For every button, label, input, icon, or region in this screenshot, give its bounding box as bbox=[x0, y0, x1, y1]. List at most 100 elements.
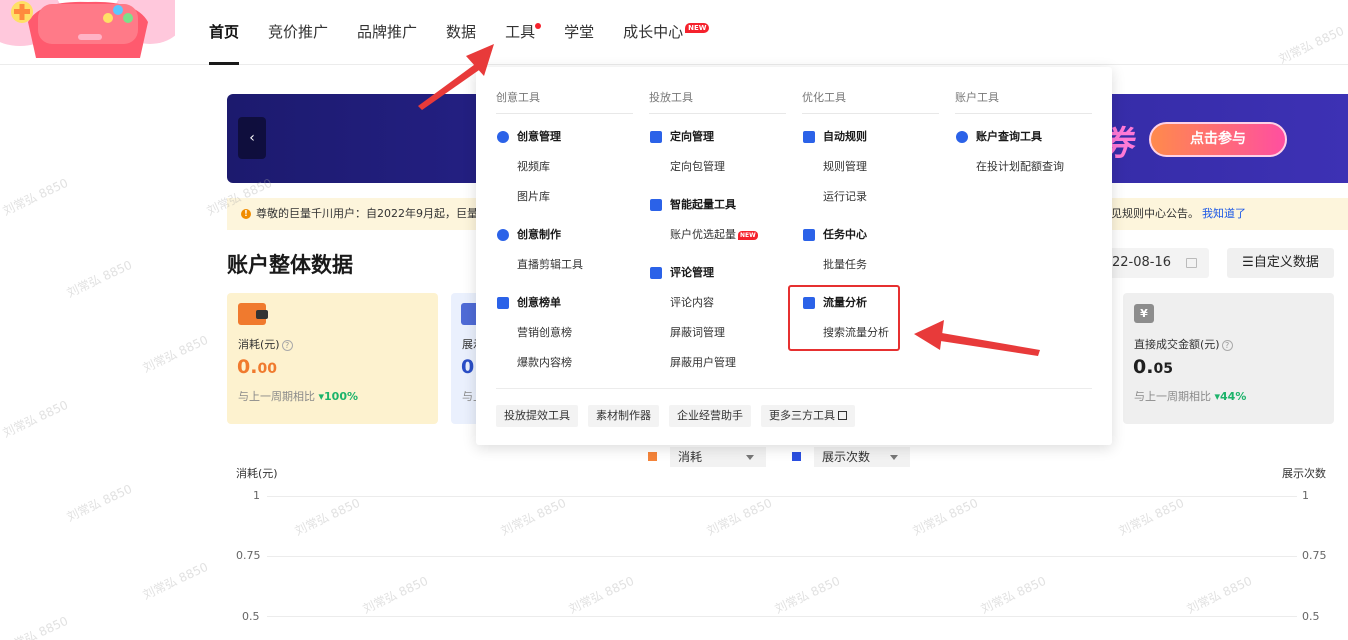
menu-item-hot-content-ranking[interactable]: 爆款内容榜 bbox=[496, 352, 633, 373]
date-end-value: 22-08-16 bbox=[1112, 255, 1172, 270]
task-icon bbox=[803, 229, 815, 241]
watermark: 刘常弘 8850 bbox=[140, 332, 211, 376]
menu-item-video-library[interactable]: 视频库 bbox=[496, 156, 633, 177]
nav-brand-promotion[interactable]: 品牌推广 bbox=[357, 0, 417, 65]
banner-prev-button[interactable]: ‹ bbox=[238, 117, 266, 159]
group-title: 账户查询工具 bbox=[976, 130, 1042, 143]
warning-icon: ! bbox=[241, 209, 251, 219]
right-tick: 0.5 bbox=[1302, 610, 1320, 623]
highlight-box bbox=[788, 285, 900, 351]
external-link-icon bbox=[838, 411, 847, 420]
watermark: 刘常弘 8850 bbox=[498, 495, 569, 539]
watermark: 刘常弘 8850 bbox=[64, 481, 135, 525]
rule-icon bbox=[803, 131, 815, 143]
compare-value: ▾100% bbox=[318, 390, 359, 403]
nav-bidding-promotion[interactable]: 竞价推广 bbox=[268, 0, 328, 65]
help-icon[interactable]: ? bbox=[1221, 340, 1233, 351]
watermark: 刘常弘 8850 bbox=[0, 613, 71, 640]
footer-button-more-third-party[interactable]: 更多三方工具 bbox=[761, 405, 855, 427]
calendar-icon bbox=[1186, 258, 1197, 268]
menu-column-account: 账户工具 账户查询工具 在投计划配额查询 bbox=[955, 89, 1092, 177]
footer-button-efficiency-tools[interactable]: 投放提效工具 bbox=[496, 405, 578, 427]
menu-item-live-clip-tool[interactable]: 直播剪辑工具 bbox=[496, 254, 633, 275]
watermark: 刘常弘 8850 bbox=[910, 495, 981, 539]
compare-prefix: 与上一周期相比 bbox=[238, 390, 315, 403]
nav-tools[interactable]: 工具 bbox=[505, 0, 542, 65]
metric-compare: 与上一周期相比 ▾100% bbox=[238, 388, 358, 404]
watermark: 刘常弘 8850 bbox=[64, 257, 135, 301]
grid-line bbox=[267, 496, 1297, 497]
target-user-icon bbox=[650, 131, 662, 143]
metric-label: 直接成交金额(元)? bbox=[1134, 336, 1233, 352]
menu-group-targeting-management[interactable]: 定向管理 bbox=[649, 126, 786, 147]
wallet-icon bbox=[238, 303, 268, 325]
notice-dismiss-link[interactable]: 我知道了 bbox=[1202, 198, 1246, 230]
menu-group-creative-management[interactable]: 创意管理 bbox=[496, 126, 633, 147]
menu-item-image-library[interactable]: 图片库 bbox=[496, 186, 633, 207]
metric-value: 0.05 bbox=[1133, 356, 1173, 378]
menu-item-run-log[interactable]: 运行记录 bbox=[802, 186, 939, 207]
menu-item-batch-tasks[interactable]: 批量任务 bbox=[802, 254, 939, 275]
menu-group-comment-management[interactable]: 评论管理 bbox=[649, 262, 786, 283]
menu-footer: 投放提效工具 素材制作器 企业经营助手 更多三方工具 bbox=[496, 405, 865, 427]
menu-group-task-center[interactable]: 任务中心 bbox=[802, 224, 939, 245]
nav-growth-center[interactable]: 成长中心 NEW bbox=[623, 0, 710, 65]
group-title: 创意榜单 bbox=[517, 296, 561, 309]
column-heading: 创意工具 bbox=[496, 89, 633, 114]
watermark: 刘常弘 8850 bbox=[0, 397, 71, 441]
metric-card-spend[interactable]: 消耗(元)? 0.00 与上一周期相比 ▾100% bbox=[227, 293, 438, 424]
right-tick: 1 bbox=[1302, 489, 1309, 502]
yen-icon: ¥ bbox=[1134, 304, 1154, 323]
main-nav: 首页 竞价推广 品牌推广 数据 工具 学堂 成长中心 NEW bbox=[209, 0, 738, 65]
group-title: 创意管理 bbox=[517, 130, 561, 143]
metric-select[interactable]: 展示次数 bbox=[814, 447, 910, 467]
column-heading: 投放工具 bbox=[649, 89, 786, 114]
menu-item-marketing-creative-ranking[interactable]: 营销创意榜 bbox=[496, 322, 633, 343]
notification-dot bbox=[535, 23, 542, 29]
right-tick: 0.75 bbox=[1302, 549, 1327, 562]
nav-home[interactable]: 首页 bbox=[209, 0, 240, 65]
left-tick: 0.75 bbox=[236, 549, 261, 562]
metric-value-dec: 00 bbox=[257, 361, 277, 377]
menu-item-rule-management[interactable]: 规则管理 bbox=[802, 156, 939, 177]
custom-data-button[interactable]: ☰自定义数据 bbox=[1227, 248, 1334, 278]
menu-item-comment-content[interactable]: 评论内容 bbox=[649, 292, 786, 313]
watermark: 刘常弘 8850 bbox=[978, 573, 1049, 617]
new-badge: NEW bbox=[738, 230, 758, 240]
menu-group-auto-rules[interactable]: 自动规则 bbox=[802, 126, 939, 147]
nav-academy[interactable]: 学堂 bbox=[564, 0, 594, 65]
footer-button-business-assistant[interactable]: 企业经营助手 bbox=[669, 405, 751, 427]
menu-group-creative-ranking[interactable]: 创意榜单 bbox=[496, 292, 633, 313]
menu-divider bbox=[496, 388, 1092, 389]
menu-item-blocked-words[interactable]: 屏蔽词管理 bbox=[649, 322, 786, 343]
metric-select-value: 消耗 bbox=[678, 450, 703, 464]
left-axis-title: 消耗(元) bbox=[236, 467, 278, 480]
watermark: 刘常弘 8850 bbox=[704, 495, 775, 539]
menu-group-creative-production[interactable]: 创意制作 bbox=[496, 224, 633, 245]
legend-swatch bbox=[648, 452, 657, 461]
footer-button-material-maker[interactable]: 素材制作器 bbox=[588, 405, 659, 427]
grid-line bbox=[267, 616, 1297, 617]
menu-item-blocked-users[interactable]: 屏蔽用户管理 bbox=[649, 352, 786, 373]
date-range-picker[interactable]: 22-08-16 bbox=[1106, 248, 1209, 278]
menu-group-account-query[interactable]: 账户查询工具 bbox=[955, 126, 1092, 147]
help-icon[interactable]: ? bbox=[281, 340, 293, 351]
metric-card-gmv[interactable]: ¥ 直接成交金额(元)? 0.05 与上一周期相比 ▾44% bbox=[1123, 293, 1334, 424]
caret-down-icon bbox=[746, 455, 754, 460]
notice-text: 尊敬的巨量千川用户：自2022年9月起，巨量千 bbox=[256, 207, 489, 220]
top-navbar: 首页 竞价推广 品牌推广 数据 工具 学堂 成长中心 NEW bbox=[0, 0, 1348, 65]
metric-label-text: 直接成交金额(元) bbox=[1134, 338, 1220, 351]
menu-item-label: 账户优选起量 bbox=[670, 228, 736, 241]
metric-select[interactable]: 消耗 bbox=[670, 447, 766, 467]
menu-group-smart-boost[interactable]: 智能起量工具 bbox=[649, 194, 786, 215]
watermark: 刘常弘 8850 bbox=[566, 573, 637, 617]
menu-item-account-boost[interactable]: 账户优选起量 NEW bbox=[649, 224, 786, 245]
nav-data[interactable]: 数据 bbox=[446, 0, 476, 65]
group-title: 自动规则 bbox=[823, 130, 867, 143]
metric-label: 消耗(元)? bbox=[238, 336, 293, 352]
bulb-icon bbox=[497, 131, 509, 143]
nav-growth-label: 成长中心 bbox=[623, 23, 684, 41]
banner-join-button[interactable]: 点击参与 bbox=[1149, 122, 1287, 157]
menu-item-plan-quota-query[interactable]: 在投计划配额查询 bbox=[955, 156, 1092, 177]
menu-item-targeting-package[interactable]: 定向包管理 bbox=[649, 156, 786, 177]
